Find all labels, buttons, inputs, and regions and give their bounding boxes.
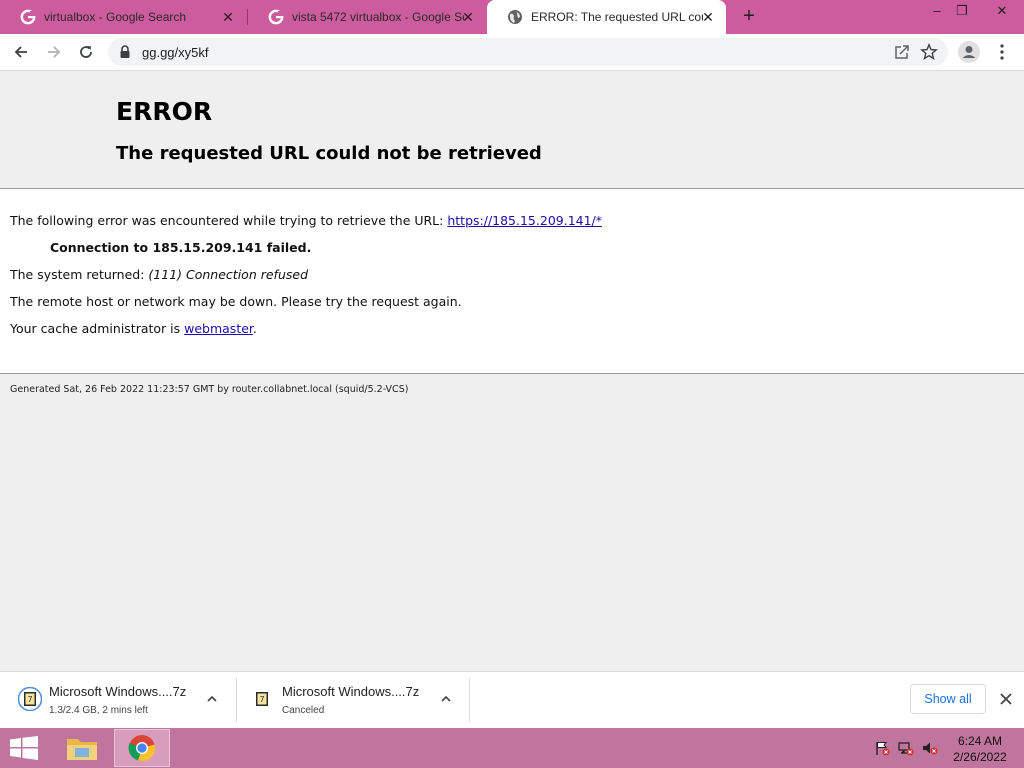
download-shelf: 7 Microsoft Windows....7z 1.3/2.4 GB, 2 … bbox=[0, 671, 1024, 728]
tab-title: vista 5472 virtualbox - Google Search bbox=[292, 10, 464, 24]
address-bar[interactable]: gg.gg/xy5kf bbox=[108, 38, 948, 66]
chevron-up-icon[interactable] bbox=[439, 692, 453, 706]
svg-text:7: 7 bbox=[259, 695, 264, 704]
archive-file-icon: 7 bbox=[18, 687, 42, 711]
google-g-icon bbox=[268, 9, 284, 25]
browser-toolbar: gg.gg/xy5kf bbox=[0, 34, 1024, 71]
cache-admin-period: . bbox=[252, 321, 257, 336]
reload-button[interactable] bbox=[74, 41, 98, 63]
chevron-up-icon[interactable] bbox=[205, 692, 219, 706]
forward-button[interactable] bbox=[42, 41, 66, 63]
download-status: 1.3/2.4 GB, 2 mins left bbox=[49, 705, 148, 716]
system-returned-line: The system returned: (111) Connection re… bbox=[10, 267, 308, 282]
clock-date: 2/26/2022 bbox=[953, 750, 1007, 764]
taskbar: 6:24 AM 2/26/2022 bbox=[0, 728, 1024, 768]
taskbar-chrome[interactable] bbox=[114, 729, 170, 767]
share-icon[interactable] bbox=[894, 44, 910, 60]
download-status: Canceled bbox=[282, 705, 325, 716]
tab-virtualbox-search[interactable]: virtualbox - Google Search ✕ bbox=[0, 0, 246, 34]
arrow-left-icon bbox=[14, 46, 27, 58]
error-line-url: The following error was encountered whil… bbox=[10, 213, 602, 228]
cache-admin-label: Your cache administrator is bbox=[10, 321, 185, 336]
svg-text:7: 7 bbox=[27, 695, 32, 704]
tab-title: ERROR: The requested URL could not be re… bbox=[531, 10, 703, 24]
windows-start-icon[interactable] bbox=[10, 736, 38, 760]
generated-footer: Generated Sat, 26 Feb 2022 11:23:57 GMT … bbox=[10, 384, 409, 395]
minimize-button[interactable]: – bbox=[925, 3, 949, 18]
globe-icon bbox=[508, 10, 522, 24]
reload-icon bbox=[80, 46, 92, 58]
menu-kebab-icon[interactable] bbox=[996, 43, 1008, 61]
archive-file-icon: 7 bbox=[256, 692, 268, 706]
error-line-url-text: The following error was encountered whil… bbox=[10, 213, 448, 228]
error-title: ERROR bbox=[116, 97, 213, 126]
cache-admin-line: Your cache administrator is webmaster. bbox=[10, 321, 257, 336]
close-icon[interactable] bbox=[998, 691, 1014, 707]
volume-muted-icon[interactable] bbox=[922, 740, 938, 756]
bookmark-star-icon[interactable] bbox=[920, 43, 938, 61]
error-body: The following error was encountered whil… bbox=[0, 189, 1024, 374]
tab-error-page[interactable]: ERROR: The requested URL could not be re… bbox=[487, 0, 726, 34]
download-filename: Microsoft Windows....7z bbox=[282, 684, 420, 699]
url-text[interactable]: gg.gg/xy5kf bbox=[142, 45, 209, 60]
page-content: ERROR The requested URL could not be ret… bbox=[0, 71, 1024, 671]
arrow-right-icon bbox=[48, 46, 61, 58]
tab-close-icon[interactable]: ✕ bbox=[700, 9, 716, 25]
clock-time: 6:24 AM bbox=[957, 734, 1003, 748]
window-close-button[interactable]: ✕ bbox=[980, 3, 1024, 33]
lock-icon[interactable] bbox=[119, 45, 131, 59]
action-center-flag-icon[interactable] bbox=[874, 740, 890, 756]
remote-host-text: The remote host or network may be down. … bbox=[10, 294, 462, 309]
requested-url-link[interactable]: https://185.15.209.141/* bbox=[447, 213, 602, 228]
tab-title: virtualbox - Google Search bbox=[44, 10, 187, 24]
tab-vista-virtualbox-search[interactable]: vista 5472 virtualbox - Google Search ✕ bbox=[248, 0, 486, 34]
download-divider bbox=[469, 678, 470, 722]
error-subtitle: The requested URL could not be retrieved bbox=[116, 143, 542, 164]
tab-strip: virtualbox - Google Search ✕ vista 5472 … bbox=[0, 0, 1024, 34]
show-all-button[interactable]: Show all bbox=[910, 684, 986, 714]
tab-close-icon[interactable]: ✕ bbox=[220, 9, 236, 25]
download-filename: Microsoft Windows....7z bbox=[49, 684, 187, 699]
tab-close-icon[interactable]: ✕ bbox=[460, 9, 476, 25]
profile-avatar-icon[interactable] bbox=[958, 41, 980, 63]
system-clock[interactable]: 6:24 AM 2/26/2022 bbox=[940, 733, 1020, 765]
google-g-icon bbox=[20, 9, 36, 25]
new-tab-button[interactable]: + bbox=[738, 5, 760, 28]
network-icon[interactable] bbox=[898, 740, 914, 756]
download-item[interactable]: 7 Microsoft Windows....7z Canceled bbox=[237, 672, 469, 728]
chrome-icon bbox=[128, 735, 156, 762]
taskbar-file-explorer[interactable] bbox=[54, 729, 110, 767]
connection-failed-text: Connection to 185.15.209.141 failed. bbox=[50, 240, 312, 255]
restore-button[interactable]: ❐ bbox=[950, 3, 974, 19]
webmaster-link[interactable]: webmaster bbox=[184, 321, 253, 336]
system-returned-value: (111) Connection refused bbox=[148, 267, 308, 282]
system-returned-label: The system returned: bbox=[10, 267, 149, 282]
back-button[interactable] bbox=[9, 41, 33, 63]
folder-icon bbox=[67, 739, 97, 760]
error-header: ERROR The requested URL could not be ret… bbox=[0, 71, 1024, 189]
download-item[interactable]: 7 Microsoft Windows....7z 1.3/2.4 GB, 2 … bbox=[0, 672, 236, 728]
